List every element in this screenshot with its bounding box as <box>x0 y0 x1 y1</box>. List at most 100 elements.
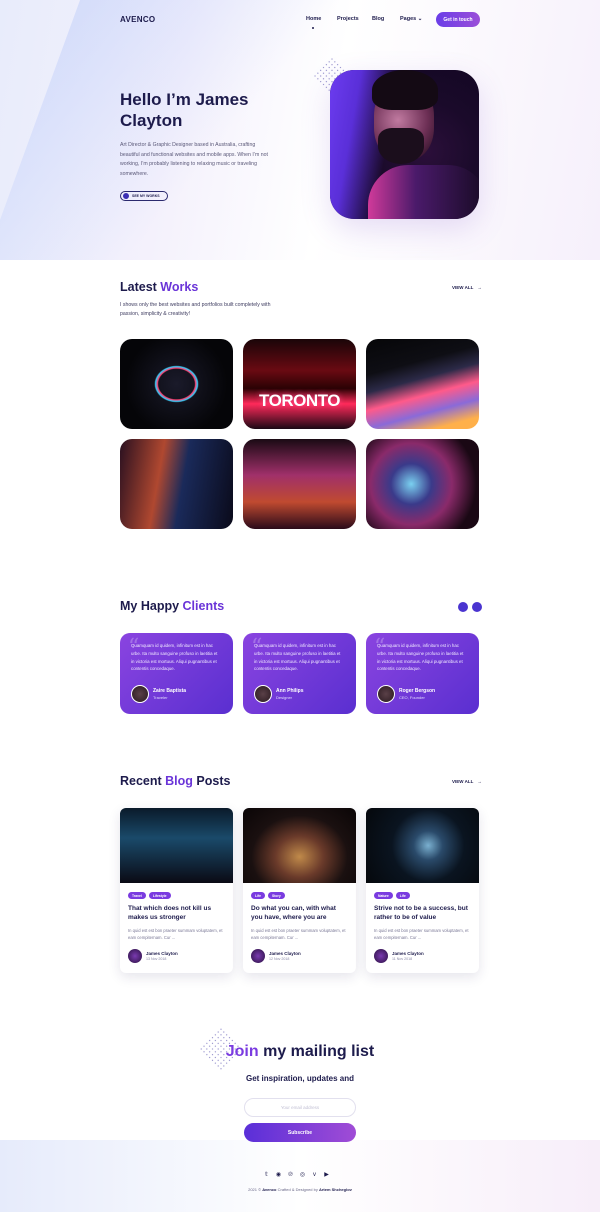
mailing-heading: Join my mailing list <box>0 1043 600 1061</box>
get-in-touch-button[interactable]: Get in touch <box>436 12 480 27</box>
blog-author: James Clayton <box>392 951 424 956</box>
blog-date: 13 Nov 2018 <box>146 957 167 961</box>
testimonial-text: Quamquam id quidem, infinitum est in hac… <box>131 643 218 672</box>
blog-card[interactable]: Nature Life Strive not to be a success, b… <box>366 808 479 973</box>
nav-active-indicator <box>312 27 314 29</box>
blog-author: James Clayton <box>146 951 178 956</box>
chevron-right-icon[interactable] <box>472 602 482 612</box>
mailing-subtitle: Get inspiration, updates and <box>245 1074 354 1083</box>
hero-title: Hello I’m James Clayton <box>120 90 249 130</box>
blog-heading: Recent Blog Posts <box>120 774 230 788</box>
toronto-sign: TORONTO <box>259 391 340 410</box>
nav-pages[interactable]: Pages ⌄ <box>400 16 422 22</box>
blog-excerpt: In quid est est bon praeter summam volup… <box>251 928 346 940</box>
vimeo-icon[interactable]: v <box>311 1171 318 1178</box>
arrow-right-icon: → <box>477 285 482 290</box>
portrait-body <box>368 165 479 219</box>
blog-author: James Clayton <box>269 951 301 956</box>
copyright: 2021 © Avenco Crafted & Designed by Arte… <box>0 1187 600 1192</box>
testimonial-card: “ Quamquam id quidem, infinitum est in h… <box>366 633 479 714</box>
hero-background <box>0 0 600 260</box>
social-links: 𝕥 ◉ ℗ ◎ v ▶ <box>263 1171 330 1179</box>
portrait-hair <box>372 70 438 110</box>
arrow-right-icon: → <box>477 779 482 784</box>
testimonial-card: “ Quamquam id quidem, infinitum est in h… <box>243 633 356 714</box>
work-neon-plants[interactable] <box>366 439 479 529</box>
tag[interactable]: Travel <box>128 892 146 899</box>
blog-image <box>243 808 356 883</box>
hero-description: Art Director & Graphic Designer based in… <box>120 142 268 177</box>
avatar <box>377 685 395 703</box>
clients-heading-b: Clients <box>182 599 225 613</box>
nav-home[interactable]: Home <box>306 16 321 22</box>
testimonial-text: Quamquam id quidem, infinitum est in hac… <box>254 643 341 672</box>
blog-title[interactable]: That which does not kill us makes us str… <box>128 905 226 922</box>
works-heading-a: Latest <box>120 280 161 294</box>
tag[interactable]: Life <box>251 892 266 899</box>
copyright-brand[interactable]: Avenco <box>262 1187 276 1192</box>
blog-image <box>120 808 233 883</box>
copyright-text-b: Crafted & Designed by <box>276 1187 319 1192</box>
tag[interactable]: Lifestyle <box>148 892 171 899</box>
blog-card[interactable]: Life Story Do what you can, with what you… <box>243 808 356 973</box>
github-icon[interactable]: ◉ <box>275 1171 282 1178</box>
youtube-icon[interactable]: ▶ <box>323 1171 330 1178</box>
work-times-square[interactable] <box>243 439 356 529</box>
arrow-right-icon <box>123 193 129 199</box>
avatar <box>131 685 149 703</box>
chevron-left-icon[interactable] <box>458 602 468 612</box>
client-name: Ann Philips <box>276 688 304 694</box>
see-my-works-label: SEE MY WORKS <box>132 194 160 198</box>
testimonial-card: “ Quamquam id quidem, infinitum est in h… <box>120 633 233 714</box>
see-my-works-button[interactable]: SEE MY WORKS <box>120 191 168 201</box>
works-heading: Latest Works <box>120 280 198 294</box>
blog-date: 12 Nov 2018 <box>269 957 290 961</box>
site-logo[interactable]: AVENCO <box>120 15 155 24</box>
work-street-night[interactable] <box>120 439 233 529</box>
nav-projects[interactable]: Projects <box>337 16 359 22</box>
blog-card[interactable]: Travel Lifestyle That which does not kill… <box>120 808 233 973</box>
clients-slider-arrows <box>458 602 482 612</box>
works-view-all-link[interactable]: VIEW ALL → <box>452 285 482 290</box>
avatar <box>374 949 388 963</box>
hero-portrait <box>330 70 479 219</box>
copyright-author[interactable]: Artem Shcheglov <box>319 1187 352 1192</box>
pinterest-icon[interactable]: ℗ <box>287 1171 294 1178</box>
avatar <box>128 949 142 963</box>
avatar <box>254 685 272 703</box>
blog-title[interactable]: Strive not to be a success, but rather t… <box>374 905 472 922</box>
client-name: Zaire Baptista <box>153 688 187 694</box>
works-subtitle: I shows only the best websites and portf… <box>120 302 271 317</box>
client-role: Designer <box>276 695 293 700</box>
works-view-all-label: VIEW ALL <box>452 285 474 290</box>
work-laptop[interactable] <box>366 339 479 429</box>
avatar <box>251 949 265 963</box>
works-heading-b: Works <box>160 280 199 294</box>
clients-heading: My Happy Clients <box>120 599 224 613</box>
email-field[interactable]: Your email address <box>244 1098 356 1117</box>
blog-heading-b: Blog <box>165 774 193 788</box>
blog-heading-a: Recent <box>120 774 166 788</box>
nav-blog[interactable]: Blog <box>372 16 384 22</box>
work-light-painting[interactable] <box>120 339 233 429</box>
client-role: CEO, Founder <box>399 695 425 700</box>
client-role: Traveler <box>153 695 168 700</box>
testimonial-text: Quamquam id quidem, infinitum est in hac… <box>377 643 464 672</box>
blog-excerpt: In quid est est bon praeter summam volup… <box>374 928 469 940</box>
work-toronto[interactable]: TORONTO <box>243 339 356 429</box>
blog-heading-c: Posts <box>192 774 231 788</box>
subscribe-button[interactable]: Subscribe <box>244 1123 356 1142</box>
blog-view-all-label: VIEW ALL <box>452 779 474 784</box>
blog-title[interactable]: Do what you can, with what you have, whe… <box>251 905 349 922</box>
client-name: Roger Bergson <box>399 688 436 694</box>
tag[interactable]: Story <box>268 892 285 899</box>
tag[interactable]: Life <box>395 892 410 899</box>
spotify-icon[interactable]: ◎ <box>299 1171 306 1178</box>
blog-date: 11 Nov 2018 <box>392 957 413 961</box>
blog-image <box>366 808 479 883</box>
blog-view-all-link[interactable]: VIEW ALL → <box>452 779 482 784</box>
tag[interactable]: Nature <box>374 892 393 899</box>
mailing-heading-a: Join <box>225 1043 259 1060</box>
twitter-icon[interactable]: 𝕥 <box>263 1171 270 1178</box>
portrait-beard <box>378 128 424 164</box>
